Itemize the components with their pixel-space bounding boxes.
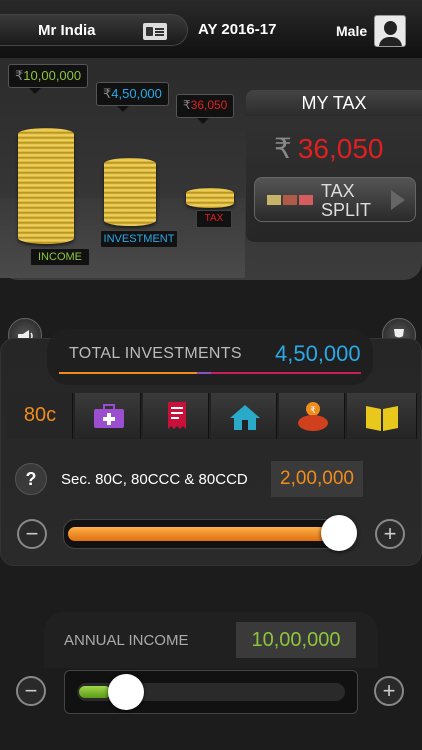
help-button[interactable]: ?	[15, 463, 47, 495]
tab-savings[interactable]: ₹	[279, 393, 345, 439]
slider-80c-fill	[68, 527, 354, 541]
investment-label: INVESTMENT	[100, 230, 178, 248]
split-swatch-icon	[299, 195, 313, 205]
home-icon	[230, 405, 260, 430]
my-tax-title: MY TAX	[246, 90, 422, 116]
slider-80c-thumb[interactable]	[321, 515, 357, 551]
svg-text:₹: ₹	[310, 406, 316, 416]
section-80c-value[interactable]: 2,00,000	[271, 461, 363, 497]
income-label: INCOME	[30, 248, 90, 266]
tab-home[interactable]	[211, 393, 277, 439]
play-arrow-icon	[391, 190, 405, 210]
split-swatch-icon	[267, 195, 281, 205]
investment-panel: TOTAL INVESTMENTS 4,50,000 80c ₹ ? Sec. …	[0, 329, 422, 566]
assessment-year[interactable]: AY 2016-17	[198, 21, 276, 38]
decrease-income-button[interactable]: −	[16, 676, 46, 706]
rupee-symbol: ₹	[183, 98, 191, 112]
investment-tabs: 80c ₹	[7, 393, 417, 439]
annual-income-panel: ANNUAL INCOME 10,00,000	[44, 612, 378, 668]
tab-80c[interactable]: 80c	[7, 393, 73, 439]
id-card-icon[interactable]	[143, 23, 167, 40]
gender-label[interactable]: Male	[336, 23, 367, 39]
tab-receipt[interactable]	[143, 393, 209, 439]
income-slider-thumb[interactable]	[108, 674, 144, 710]
tax-split-label: TAX SPLIT	[321, 181, 372, 220]
increase-80c-button[interactable]: +	[375, 519, 405, 549]
total-investments-header: TOTAL INVESTMENTS 4,50,000	[47, 329, 373, 385]
investment-tag-value: 4,50,000	[111, 86, 162, 101]
piggy-bank-icon: ₹	[298, 402, 328, 431]
my-tax-amount: ₹36,050	[274, 132, 383, 165]
investment-value-tag: ₹4,50,000	[96, 82, 169, 112]
decrease-80c-button[interactable]: −	[17, 519, 47, 549]
underline-orange	[59, 372, 209, 374]
annual-income-value[interactable]: 10,00,000	[236, 622, 356, 658]
income-slider-fill	[79, 686, 111, 698]
medical-kit-icon	[94, 404, 124, 428]
investment-coin-stack	[104, 158, 156, 226]
total-investments-value: 4,50,000	[275, 341, 361, 366]
tax-split-button[interactable]: TAX SPLIT	[254, 177, 416, 222]
rupee-symbol: ₹	[274, 133, 292, 164]
avatar-icon[interactable]	[374, 15, 406, 47]
split-swatch-icon	[283, 195, 297, 205]
income-tag-value: 10,00,000	[23, 68, 82, 83]
tax-tag-value: 36,050	[190, 98, 228, 112]
total-investments-label: TOTAL INVESTMENTS	[69, 345, 242, 362]
my-tax-amount-value: 36,050	[297, 133, 384, 164]
tax-value-tag: ₹36,050	[176, 94, 235, 124]
tab-education[interactable]	[347, 393, 417, 439]
top-bar: Mr India AY 2016-17 Male	[0, 0, 422, 58]
income-coin-stack	[18, 128, 74, 244]
tax-label: TAX	[196, 210, 232, 228]
tab-medical[interactable]	[75, 393, 141, 439]
book-icon	[366, 406, 398, 431]
section-80c-label: Sec. 80C, 80CCC & 80CCD	[61, 471, 248, 488]
tab-80c-label: 80c	[23, 404, 57, 426]
slider-80c-track[interactable]	[63, 519, 357, 549]
tax-coin-stack	[186, 188, 234, 208]
income-value-tag: ₹10,00,000	[8, 64, 89, 94]
increase-income-button[interactable]: +	[374, 676, 404, 706]
underline-magenta	[211, 372, 361, 374]
underline-purple	[197, 372, 211, 374]
my-tax-panel: MY TAX ₹36,050 TAX SPLIT	[246, 90, 422, 242]
receipt-icon	[168, 402, 186, 429]
profile-name-pill[interactable]: Mr India	[0, 14, 188, 46]
user-name: Mr India	[38, 22, 96, 39]
annual-income-label: ANNUAL INCOME	[64, 632, 189, 649]
